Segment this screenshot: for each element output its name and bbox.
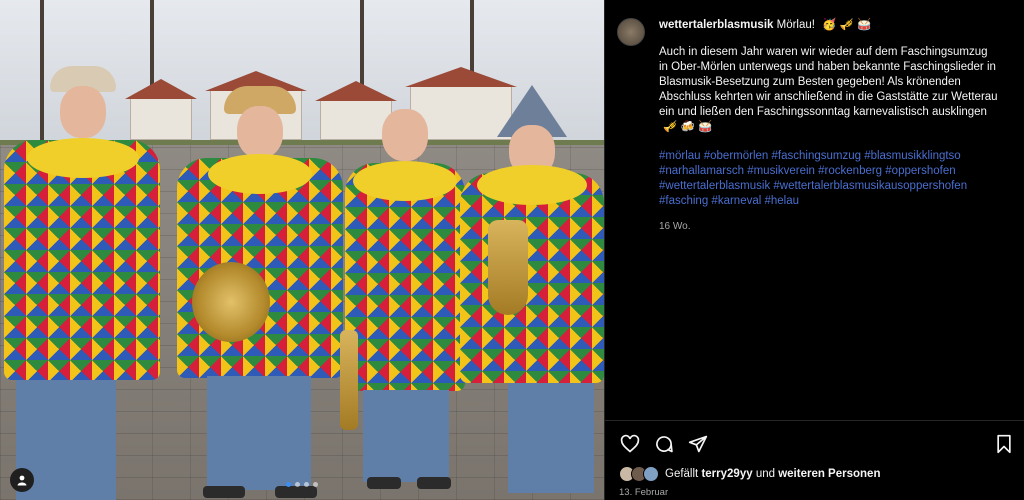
- user-tag-icon[interactable]: [10, 468, 34, 492]
- comment-icon: [656, 436, 673, 453]
- likes-others-link[interactable]: weiteren Personen: [778, 468, 880, 480]
- caption-body-paragraph: Auch in diesem Jahr waren wir wieder auf…: [659, 45, 999, 135]
- post-date: 13. Februar: [619, 487, 669, 498]
- divider: [605, 420, 1024, 421]
- comment-button[interactable]: [653, 433, 675, 455]
- caption-title-emojis: 🥳 🎺 🥁: [822, 19, 872, 31]
- like-button[interactable]: [619, 433, 641, 455]
- caption-block: wettertalerblasmusik Mörlau! 🥳 🎺 🥁 Auch …: [617, 18, 1017, 234]
- avatar[interactable]: [617, 18, 645, 46]
- carousel-dot[interactable]: [295, 482, 300, 487]
- caption: wettertalerblasmusik Mörlau! 🥳 🎺 🥁 Auch …: [659, 18, 999, 234]
- likes-middle: und: [755, 468, 775, 480]
- caption-body: Auch in diesem Jahr waren wir wieder auf…: [659, 46, 998, 118]
- bookmark-icon: [997, 434, 1011, 454]
- action-bar: [619, 432, 1015, 456]
- carousel-dot[interactable]: [286, 482, 291, 487]
- carousel-dot[interactable]: [304, 482, 309, 487]
- likes-prefix: Gefällt: [665, 468, 699, 480]
- heart-icon: [620, 434, 640, 453]
- post-photo[interactable]: [0, 0, 604, 500]
- person-1: [0, 60, 165, 500]
- tuba-instrument: [192, 262, 270, 342]
- likes-text: Gefällt terry29yy und weiteren Personen: [665, 468, 880, 480]
- trumpet-instrument: [488, 220, 528, 315]
- post-side-panel: wettertalerblasmusik Mörlau! 🥳 🎺 🥁 Auch …: [604, 0, 1024, 500]
- save-button[interactable]: [993, 433, 1015, 455]
- share-icon: [688, 435, 708, 453]
- liker-avatar: [643, 466, 659, 482]
- hashtags[interactable]: #mörlau #obermörlen #faschingsumzug #bla…: [659, 149, 999, 209]
- caption-body-emojis: 🎺 🍻 🥁: [663, 121, 713, 133]
- person-4: [460, 85, 604, 500]
- caption-title: Mörlau!: [776, 19, 815, 31]
- carousel-dot[interactable]: [313, 482, 318, 487]
- post-age: 16 Wo.: [659, 221, 691, 232]
- person-3: [345, 105, 465, 500]
- username-link[interactable]: wettertalerblasmusik: [659, 19, 773, 31]
- likes-summary: Gefällt terry29yy und weiteren Personen: [619, 466, 880, 482]
- share-button[interactable]: [687, 433, 709, 455]
- trumpet-instrument: [340, 330, 358, 430]
- carousel-indicator: [286, 482, 318, 487]
- liker-username-link[interactable]: terry29yy: [701, 468, 752, 480]
